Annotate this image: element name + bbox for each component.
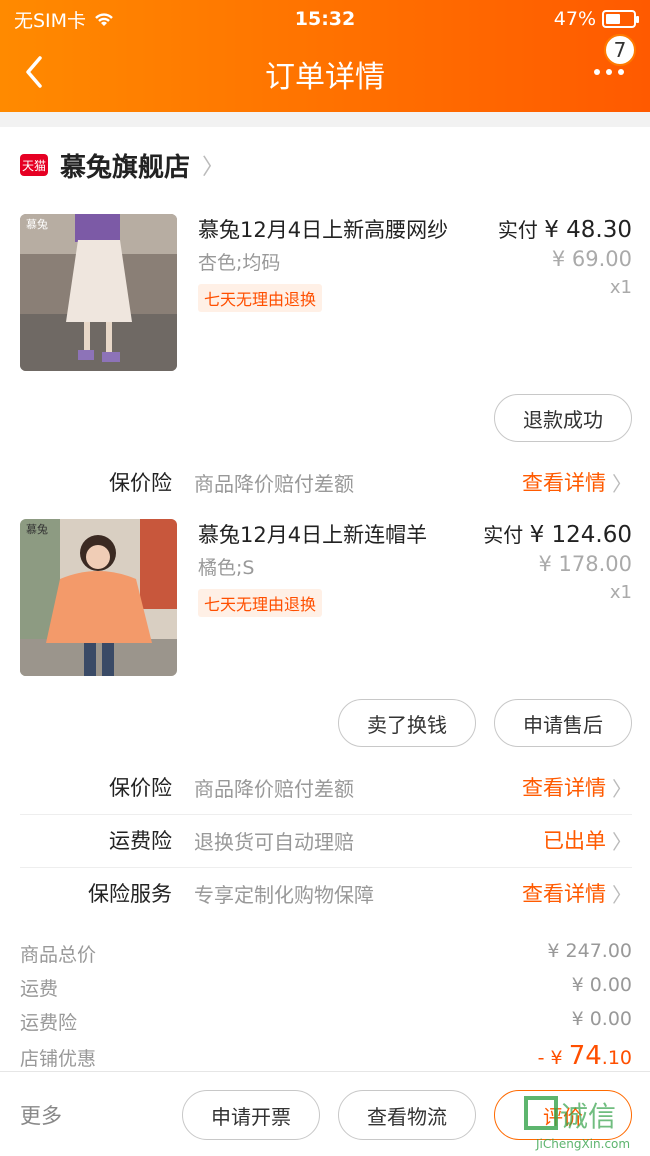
chevron-right-icon: 〉 [612,471,632,496]
price-protection-row[interactable]: 保价险 商品降价赔付差额 查看详情 〉 [20,456,632,508]
order-item[interactable]: 慕兔 慕兔12月4日上新高腰网纱 杏色;均码 七天无理由退换 实付 ¥ 48.3… [20,214,632,374]
service-label: 运费险 [109,829,172,853]
insurance-service-row[interactable]: 保险服务 专享定制化购物保障 查看详情 〉 [20,867,632,919]
battery-text: 47% [553,8,596,30]
insurance-desc: 商品降价赔付差额 [194,776,354,801]
summary-label: 运费 [20,978,59,1000]
view-logistics-button[interactable]: 查看物流 [338,1090,476,1140]
header-bar: 无SIM卡 15:32 47% 订单详情 7 [0,0,650,112]
page-title: 订单详情 [265,60,385,95]
insurance-label: 保价险 [109,471,172,495]
product-variant: 橘色;S [198,557,255,579]
message-count-badge: 7 [604,34,636,66]
view-details-link[interactable]: 查看详情 [522,467,606,497]
summary-label: 店铺优惠 [20,1048,97,1070]
wifi-icon [95,13,113,26]
thumb-brand-text: 慕兔 [26,522,48,536]
original-price: ¥ 69.00 [551,247,632,271]
original-price: ¥ 178.00 [538,552,632,576]
status-bar: 无SIM卡 15:32 47% [14,6,639,32]
request-invoice-button[interactable]: 申请开票 [182,1090,320,1140]
product-name[interactable]: 慕兔12月4日上新连帽羊 [198,519,427,549]
svg-text:诚信: 诚信 [560,1100,616,1133]
summary-value: ¥ 247.00 [547,940,632,962]
return-policy-tag: 七天无理由退换 [198,589,323,617]
price-block: 实付 ¥ 124.60 ¥ 178.00 x1 [483,519,632,603]
product-variant: 杏色;均码 [198,252,281,274]
actual-price: ¥ 48.30 [544,217,632,243]
shipping-insurance-row[interactable]: 运费险 退换货可自动理赔 已出单 〉 [20,814,632,866]
refund-success-button[interactable]: 退款成功 [494,394,632,442]
carrier-text: 无SIM卡 [14,9,87,32]
thumb-brand-text: 慕兔 [26,217,48,231]
summary-label: 商品总价 [20,944,97,966]
battery-icon [602,10,639,28]
store-name: 慕兔旗舰店 [60,152,191,183]
return-policy-tag: 七天无理由退换 [198,284,323,312]
service-label: 保险服务 [88,882,172,906]
actual-pay-label: 实付 [483,523,524,547]
bottom-action-bar: 更多 申请开票 查看物流 评价 诚信 JiChengXin.com [0,1071,650,1156]
price-protection-row[interactable]: 保价险 商品降价赔付差额 查看详情 〉 [20,761,632,813]
summary-value: ¥ 0.00 [571,974,632,996]
chevron-right-icon: 〉 [612,882,632,907]
view-details-link[interactable]: 查看详情 [522,772,606,802]
price-block: 实付 ¥ 48.30 ¥ 69.00 x1 [498,214,632,298]
summary-row: 商品总价 ¥ 247.00 [20,940,632,967]
chevron-right-icon: 〉 [202,155,225,180]
summary-label: 运费险 [20,1012,78,1034]
chevron-right-icon: 〉 [612,776,632,801]
summary-row: 运费 ¥ 0.00 [20,974,632,1001]
quantity: x1 [609,582,632,603]
store-link[interactable]: 天猫 慕兔旗舰店 〉 [20,149,225,183]
chevron-right-icon: 〉 [612,829,632,854]
more-actions-link[interactable]: 更多 [20,1100,62,1130]
quantity: x1 [609,277,632,298]
product-image[interactable]: 慕兔 [20,519,177,676]
actual-pay-label: 实付 [497,218,538,242]
product-image[interactable]: 慕兔 [20,214,177,371]
view-details-link[interactable]: 查看详情 [522,878,606,908]
service-desc: 专享定制化购物保障 [194,882,374,907]
policy-issued-link[interactable]: 已出单 [543,825,606,855]
summary-value: ¥ 0.00 [571,1008,632,1030]
order-card: 天猫 慕兔旗舰店 〉 慕兔 慕兔12月4日上新高腰网纱 杏色;均码 七天无理由退… [0,127,650,1072]
insurance-label: 保价险 [109,776,172,800]
order-item[interactable]: 慕兔 慕兔12月4日上新连帽羊 橘色;S 七天无理由退换 实付 ¥ 124.60… [20,519,632,679]
sell-for-cash-button[interactable]: 卖了换钱 [338,699,476,747]
store-discount-value: - ¥ 74.10 [537,1041,632,1071]
summary-row: 店铺优惠 - ¥ 74.10 [20,1041,632,1071]
svg-text:JiChengXin.com: JiChengXin.com [535,1137,630,1151]
summary-row: 运费险 ¥ 0.00 [20,1008,632,1035]
insurance-desc: 商品降价赔付差额 [194,471,354,496]
after-sales-button[interactable]: 申请售后 [494,699,632,747]
watermark-logo: 诚信 JiChengXin.com [524,1096,630,1151]
tmall-logo: 天猫 [20,154,48,176]
actual-price: ¥ 124.60 [529,522,632,548]
product-name[interactable]: 慕兔12月4日上新高腰网纱 [198,214,448,244]
service-desc: 退换货可自动理赔 [194,829,354,854]
